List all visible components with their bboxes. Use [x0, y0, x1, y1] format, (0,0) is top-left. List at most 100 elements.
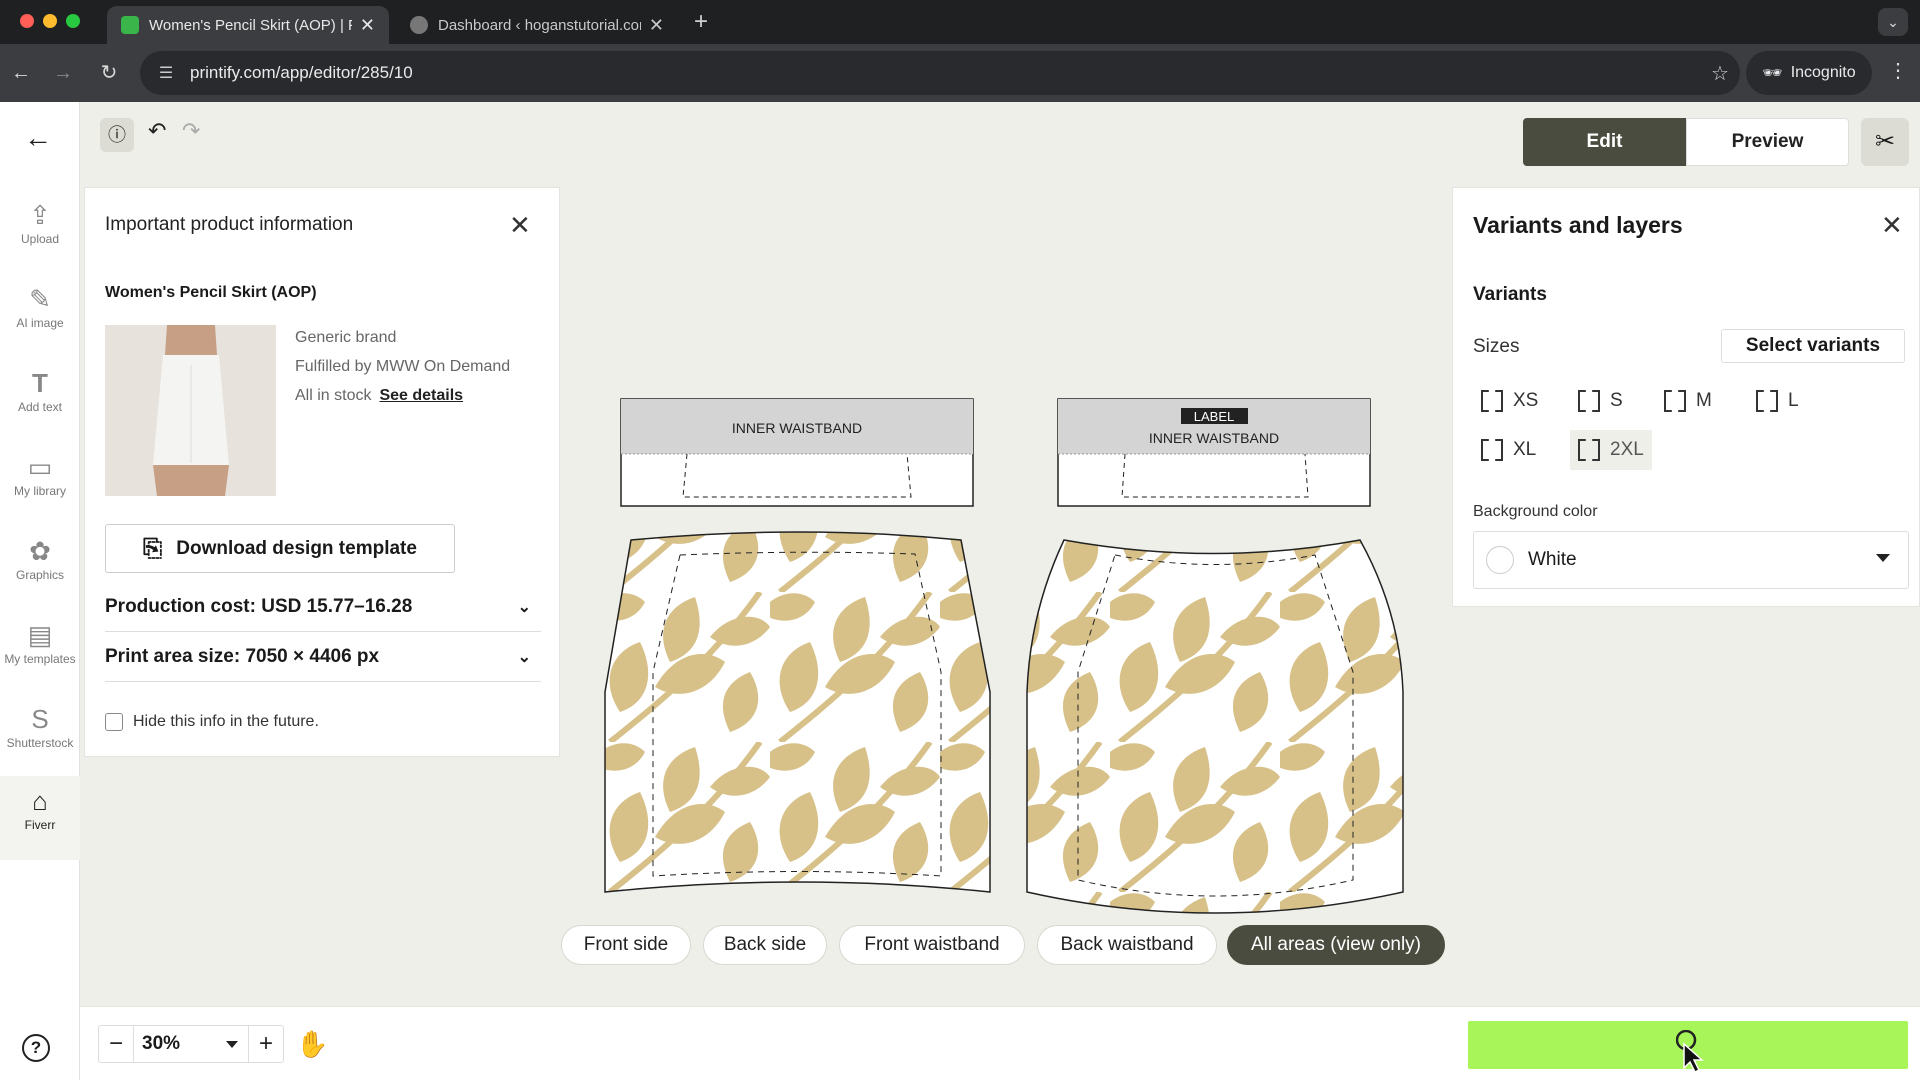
minimize-window-button[interactable] [43, 14, 57, 28]
tab-back-waistband[interactable]: Back waistband [1037, 925, 1217, 965]
upload-icon: ⇪ [29, 200, 51, 230]
rail-label: Upload [20, 232, 60, 246]
site-settings-icon[interactable]: ☰ [148, 63, 184, 83]
variants-heading: Variants [1473, 284, 1547, 305]
caret-down-icon [1876, 554, 1890, 562]
size-frame-icon [1578, 439, 1600, 461]
brand-text: Generic brand [295, 329, 397, 346]
label-tag-text: LABEL [1194, 409, 1234, 424]
left-tool-rail: ← ⇪ Upload ✎ AI image T Add text ▭ My li… [0, 102, 80, 1080]
undo-icon[interactable]: ↶ [148, 118, 166, 144]
rail-upload[interactable]: ⇪ Upload [0, 200, 80, 246]
size-frame-icon [1756, 390, 1778, 412]
browser-toolbar: ← → ↻ ☰ printify.com/app/editor/285/10 ☆… [0, 44, 1920, 102]
rail-label: Add text [17, 400, 63, 414]
hide-info-checkbox[interactable] [105, 713, 123, 731]
preview-mode-button[interactable]: Preview [1686, 118, 1849, 166]
rail-add-text[interactable]: T Add text [0, 368, 80, 414]
forward-arrow-icon[interactable]: → [48, 58, 78, 88]
mouse-cursor-icon [1676, 1030, 1704, 1074]
production-cost-text: Production cost: USD 15.77–16.28 [105, 595, 413, 617]
back-skirt-panel[interactable] [1026, 539, 1404, 914]
skirt-print-areas[interactable]: INNER WAISTBAND LABEL INNER WAISTBAND [600, 292, 1420, 932]
design-canvas[interactable]: INNER WAISTBAND LABEL INNER WAISTBAND [600, 292, 1420, 932]
info-icon[interactable]: ⓘ [100, 118, 134, 152]
bookmark-star-icon[interactable]: ☆ [1700, 61, 1740, 86]
tab-front-waistband[interactable]: Front waistband [839, 925, 1025, 965]
close-tab-icon[interactable]: ✕ [360, 15, 375, 36]
select-variants-button[interactable]: Select variants [1721, 329, 1905, 363]
print-area-row[interactable]: Print area size: 7050 × 4406 px ⌄ [105, 632, 541, 682]
front-waistband[interactable]: INNER WAISTBAND [620, 398, 974, 507]
edit-mode-button[interactable]: Edit [1523, 118, 1686, 166]
size-chip-s[interactable]: S [1570, 381, 1631, 421]
background-color-select[interactable]: White [1473, 531, 1909, 589]
rail-my-library[interactable]: ▭ My library [0, 452, 80, 498]
panel-title: Variants and layers [1473, 212, 1683, 238]
zoom-value: 30% [142, 1033, 181, 1054]
zoom-out-icon[interactable]: − [99, 1030, 133, 1058]
reload-icon[interactable]: ↻ [94, 58, 124, 88]
size-frame-icon [1578, 390, 1600, 412]
rail-graphics[interactable]: ✿ Graphics [0, 536, 80, 582]
chevron-down-icon: ⌄ [517, 648, 531, 666]
tab-title: Dashboard ‹ hoganstutorial.com [438, 16, 641, 34]
close-tab-icon[interactable]: ✕ [649, 15, 664, 36]
redo-icon[interactable]: ↷ [182, 118, 200, 144]
product-name: Women's Pencil Skirt (AOP) [105, 284, 317, 301]
rail-label: My library [13, 484, 66, 498]
panel-title: Important product information [105, 214, 354, 235]
rail-fiverr[interactable]: ⌂ Fiverr [0, 776, 80, 860]
browser-menu-icon[interactable]: ⋮ [1888, 58, 1908, 83]
size-chip-xs[interactable]: XS [1473, 381, 1546, 421]
new-tab-plus-icon[interactable]: + [694, 8, 708, 36]
size-chip-l[interactable]: L [1748, 381, 1807, 421]
size-label: XL [1513, 439, 1537, 460]
url-text[interactable]: printify.com/app/editor/285/10 [184, 63, 1700, 83]
text-icon: T [32, 368, 48, 398]
back-arrow-icon[interactable]: ← [18, 122, 58, 154]
back-arrow-icon[interactable]: ← [6, 58, 36, 88]
product-info-panel: Important product information ✕ Women's … [84, 187, 560, 757]
close-icon[interactable]: ✕ [509, 210, 531, 241]
download-template-button[interactable]: ⎘ Download design template [105, 524, 455, 573]
tab-all-areas[interactable]: All areas (view only) [1227, 925, 1445, 965]
help-icon[interactable]: ? [22, 1034, 50, 1062]
fulfilled-by-text: Fulfilled by MWW On Demand [295, 358, 511, 375]
see-details-link[interactable]: See details [379, 387, 463, 404]
front-skirt-panel[interactable] [604, 531, 991, 893]
design-tools-icon[interactable]: ✂ [1861, 118, 1909, 166]
browser-tab-active[interactable]: Women's Pencil Skirt (AOP) | Printify ✕ [107, 6, 389, 44]
rail-label: Shutterstock [6, 736, 74, 750]
close-window-button[interactable] [20, 14, 34, 28]
flower-icon: ✿ [29, 536, 51, 566]
zoom-in-icon[interactable]: + [249, 1030, 283, 1058]
editor-app: ← ⇪ Upload ✎ AI image T Add text ▭ My li… [0, 102, 1920, 1080]
front-waistband-label: INNER WAISTBAND [732, 420, 862, 436]
hide-info-checkbox-row[interactable]: Hide this info in the future. [105, 713, 319, 731]
rail-my-templates[interactable]: ▤ My templates [0, 620, 80, 666]
incognito-badge[interactable]: 🕶 Incognito [1746, 51, 1872, 95]
size-chip-xl[interactable]: XL [1473, 430, 1544, 470]
maximize-window-button[interactable] [66, 14, 80, 28]
download-label: Download design template [176, 537, 417, 559]
rail-label: AI image [16, 316, 64, 330]
size-frame-icon [1481, 439, 1503, 461]
browser-tab-bar: Women's Pencil Skirt (AOP) | Printify ✕ … [0, 0, 1920, 44]
tab-front-side[interactable]: Front side [561, 925, 691, 965]
back-waistband[interactable]: LABEL INNER WAISTBAND [1057, 398, 1371, 507]
browser-tab-inactive[interactable]: Dashboard ‹ hoganstutorial.com ✕ [396, 6, 678, 44]
tab-search-chevron-icon[interactable]: ⌄ [1878, 8, 1908, 36]
close-icon[interactable]: ✕ [1881, 210, 1903, 241]
size-chip-m[interactable]: M [1656, 381, 1720, 421]
hand-pan-icon[interactable]: ✋ [296, 1029, 328, 1060]
rail-ai-image[interactable]: ✎ AI image [0, 284, 80, 330]
production-cost-row[interactable]: Production cost: USD 15.77–16.28 ⌄ [105, 582, 541, 632]
size-chip-2xl[interactable]: 2XL [1570, 430, 1652, 470]
address-bar[interactable]: ☰ printify.com/app/editor/285/10 ☆ [140, 51, 1740, 95]
stock-text: All in stock [295, 387, 372, 404]
tab-back-side[interactable]: Back side [703, 925, 827, 965]
rail-shutterstock[interactable]: S Shutterstock [0, 704, 80, 750]
zoom-select[interactable]: 30% [133, 1026, 249, 1062]
editor-bottom-bar: − 30% + ✋ [80, 1006, 1920, 1080]
